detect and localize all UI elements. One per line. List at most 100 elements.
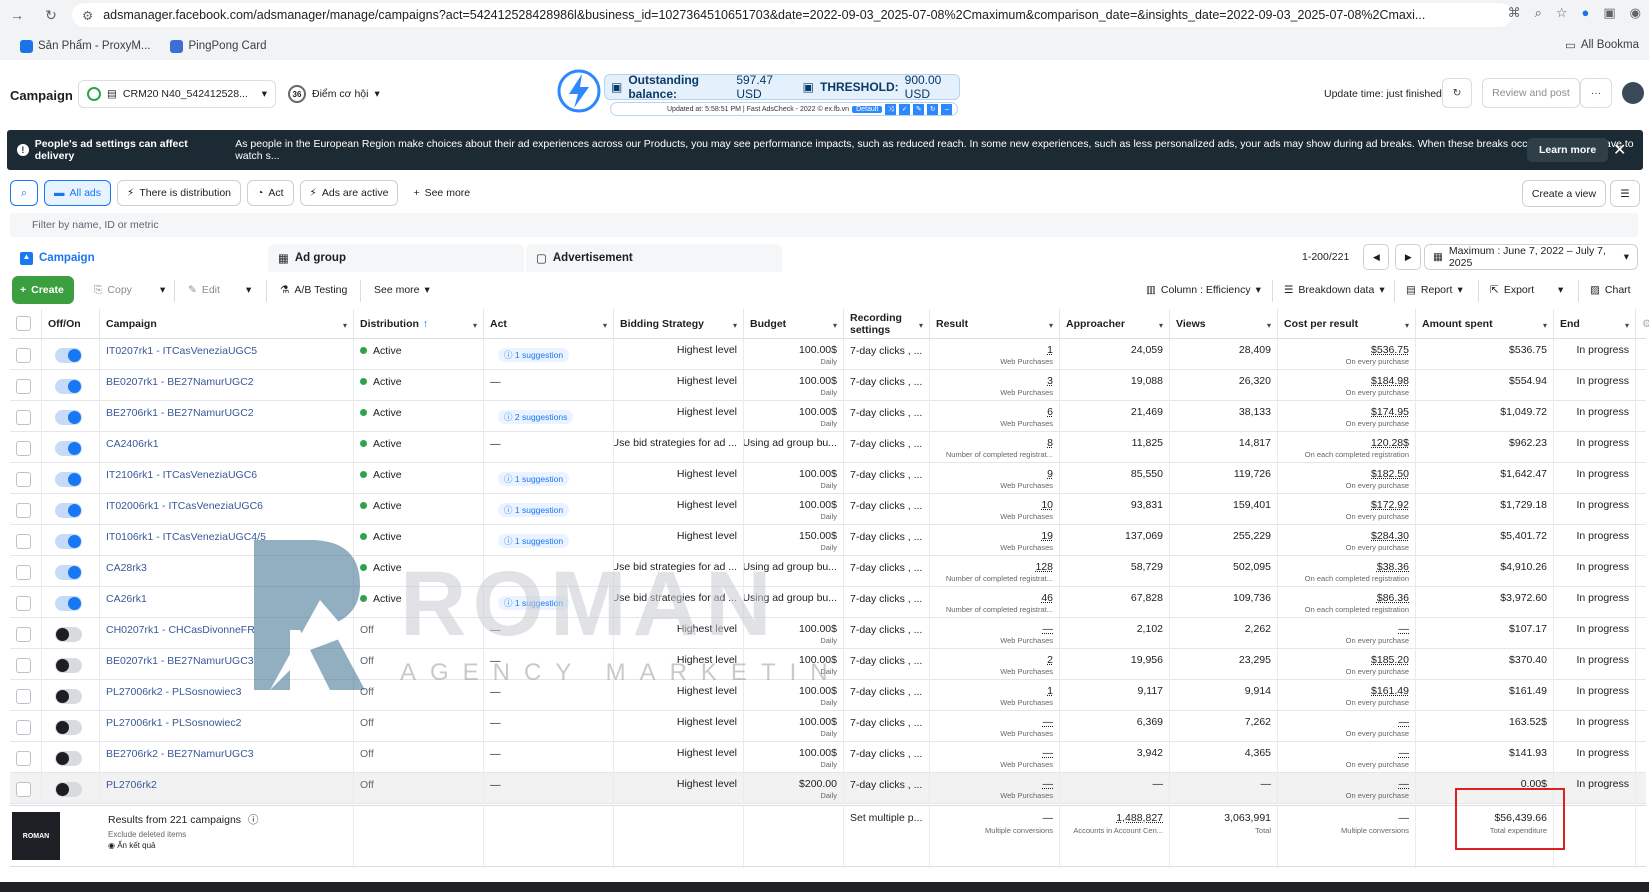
table-row[interactable]: PL27006rk1 - PLSosnowiec2 Off — Highest lev… [10,711,1646,742]
refresh-icon[interactable]: ↻ [927,103,939,115]
row-checkbox[interactable] [16,596,31,611]
cell-campaign[interactable]: BE0207rk1 - BE27NamurUGC3 [100,649,354,680]
close-icon[interactable]: ✕ [1613,140,1626,160]
cell-toggle[interactable] [42,494,100,525]
cell-toggle[interactable] [42,711,100,742]
export-dropdown-icon[interactable]: ▾ [1550,276,1571,304]
profile-icon[interactable]: ◉ [1630,5,1641,21]
more-options-button[interactable]: ··· [1580,78,1612,108]
edit-button[interactable]: ✎ Edit [180,276,228,304]
info-icon[interactable]: ⓘ [248,814,259,826]
cell-toggle[interactable] [42,370,100,401]
header-views[interactable]: Views ▾ [1170,309,1278,339]
address-bar[interactable]: ⚙ adsmanager.facebook.com/adsmanager/man… [72,3,1512,27]
cell-campaign[interactable]: CA26rk1 [100,587,354,618]
row-checkbox[interactable] [16,379,31,394]
campaign-name-link[interactable]: BE2706rk2 - BE27NamurUGC3 [106,742,347,760]
cell-toggle[interactable] [42,556,100,587]
table-row[interactable]: CA26rk1 Active ⓘ 1 suggestion Use bid strat… [10,587,1646,618]
table-row[interactable]: BE2706rk1 - BE27NamurUGC2 Active ⓘ 2 sugge… [10,401,1646,432]
header-end[interactable]: End ▾ [1554,309,1636,339]
header-result[interactable]: Result ▾ [930,309,1060,339]
table-row[interactable]: IT0106rk1 - ITCasVeneziaUGC4/5 Active ⓘ 1 … [10,525,1646,556]
header-cost-per-result[interactable]: Cost per result ▾ [1278,309,1416,339]
cell-select[interactable] [10,680,42,711]
campaign-name-link[interactable]: CH0207rk1 - CHCasDivonneFR [106,618,347,636]
row-checkbox[interactable] [16,410,31,425]
filter-act[interactable]: ◔ Act [247,180,294,206]
suggestion-badge[interactable]: ⓘ 2 suggestions [498,410,574,424]
tab-advertisement[interactable]: ▢ Advertisement [526,244,782,272]
tab-ad-group[interactable]: ▦ Ad group [268,244,524,272]
campaign-name-link[interactable]: BE2706rk1 - BE27NamurUGC2 [106,401,347,419]
check-icon[interactable]: ✓ [899,103,911,115]
see-more-button[interactable]: See more ▾ [366,276,438,304]
cell-select[interactable] [10,556,42,587]
refresh-button[interactable]: ↻ [1442,78,1472,108]
puzzle-icon[interactable]: ▣ [1603,5,1615,21]
row-checkbox[interactable] [16,472,31,487]
all-bookmarks[interactable]: ▭ All Bookma [1565,38,1639,52]
cell-act[interactable]: ⓘ 1 suggestion [484,525,614,556]
cell-select[interactable] [10,773,42,804]
cell-act[interactable]: ⓘ 2 suggestions [484,401,614,432]
cell-campaign[interactable]: PL2706rk2 [100,773,354,804]
suggestion-badge[interactable]: ⓘ 1 suggestion [498,503,570,517]
account-selector[interactable]: ▤ CRM20 N40_542412528... ▾ [78,80,276,108]
suggestion-badge[interactable]: ⓘ 1 suggestion [498,472,570,486]
export-button[interactable]: ⇱ Export [1482,276,1542,304]
forward-icon[interactable]: → [6,4,28,26]
table-row[interactable]: CA28rk3 Active Use bid strategies for ad .… [10,556,1646,587]
table-row[interactable]: PL27006rk2 - PLSosnowiec3 Off — Highest lev… [10,680,1646,711]
campaign-name-link[interactable]: BE0207rk1 - BE27NamurUGC2 [106,370,347,388]
copy-button[interactable]: ⎘ Copy [86,276,140,304]
table-row[interactable]: BE2706rk2 - BE27NamurUGC3 Off — Highest lev… [10,742,1646,773]
campaign-name-link[interactable]: PL2706rk2 [106,773,347,791]
edit-dropdown-icon[interactable]: ▾ [238,276,259,304]
campaign-name-link[interactable]: CA26rk1 [106,587,347,605]
campaign-name-link[interactable]: BE0207rk1 - BE27NamurUGC3 [106,649,347,667]
campaign-name-link[interactable]: PL27006rk1 - PLSosnowiec2 [106,711,347,729]
row-checkbox[interactable] [16,565,31,580]
cell-campaign[interactable]: CA2406rk1 [100,432,354,463]
filter-ads-active[interactable]: ⚡ Ads are active [299,180,399,206]
table-row[interactable]: IT2106rk1 - ITCasVeneziaUGC6 Active ⓘ 1 su… [10,463,1646,494]
delivery-toggle[interactable] [55,596,82,611]
default-dropdown[interactable]: Default [852,105,883,113]
delivery-toggle[interactable] [55,348,82,363]
cell-campaign[interactable]: BE2706rk2 - BE27NamurUGC3 [100,742,354,773]
table-row[interactable]: IT02006rk1 - ITCasVeneziaUGC6 Active ⓘ 1 s… [10,494,1646,525]
cell-select[interactable] [10,401,42,432]
cell-select[interactable] [10,525,42,556]
cell-select[interactable] [10,370,42,401]
cell-select[interactable] [10,339,42,370]
header-act[interactable]: Act ▾ [484,309,614,339]
delivery-toggle[interactable] [55,565,82,580]
campaign-name-link[interactable]: IT2106rk1 - ITCasVeneziaUGC6 [106,463,347,481]
header-campaign[interactable]: Campaign ▾ [100,309,354,339]
delivery-toggle[interactable] [55,379,82,394]
cell-campaign[interactable]: BE2706rk1 - BE27NamurUGC2 [100,401,354,432]
bookmark-item[interactable]: PingPong Card [170,39,266,53]
header-budget[interactable]: Budget ▾ [744,309,844,339]
delivery-toggle[interactable] [55,658,82,673]
header-bidding[interactable]: Bidding Strategy ▾ [614,309,744,339]
search-button[interactable]: ⌕ [10,180,38,206]
delivery-toggle[interactable] [55,410,82,425]
cell-select[interactable] [10,618,42,649]
cell-toggle[interactable] [42,742,100,773]
campaign-name-link[interactable]: PL27006rk2 - PLSosnowiec3 [106,680,347,698]
cell-campaign[interactable]: IT02006rk1 - ITCasVeneziaUGC6 [100,494,354,525]
minimize-icon[interactable]: – [941,103,953,115]
table-row[interactable]: IT0207rk1 - ITCasVeneziaUGC5 Active ⓘ 1 su… [10,339,1646,370]
create-view-button[interactable]: Create a view [1522,180,1606,207]
campaign-name-link[interactable]: CA2406rk1 [106,432,347,450]
header-distribution[interactable]: Distribution ↑ ▾ [354,309,484,339]
edit-icon[interactable]: ✎ [913,103,925,115]
cell-campaign[interactable]: CA28rk3 [100,556,354,587]
site-settings-icon[interactable]: ⚙ [82,8,93,23]
extension-icon[interactable]: ● [1582,5,1590,21]
zoom-icon[interactable]: ⌕ [1535,5,1542,21]
cell-campaign[interactable]: PL27006rk1 - PLSosnowiec2 [100,711,354,742]
delivery-toggle[interactable] [55,534,82,549]
